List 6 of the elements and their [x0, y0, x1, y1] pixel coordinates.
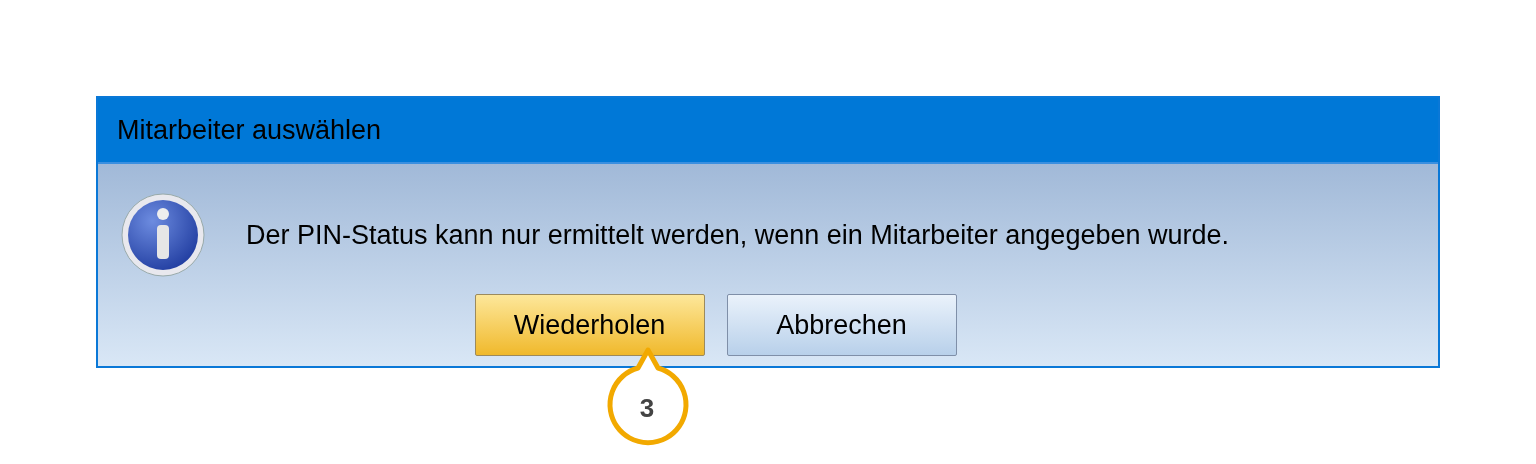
message-text: Der PIN-Status kann nur ermittelt werden, wenn ein Mitarbeiter angegeben wurde.	[246, 219, 1229, 251]
cancel-button[interactable]: Abbrechen	[726, 294, 957, 356]
retry-button[interactable]: Wiederholen	[474, 294, 705, 356]
info-icon	[120, 192, 206, 278]
step-number: 3	[638, 391, 656, 425]
window-title: Mitarbeiter auswählen	[98, 98, 1438, 162]
